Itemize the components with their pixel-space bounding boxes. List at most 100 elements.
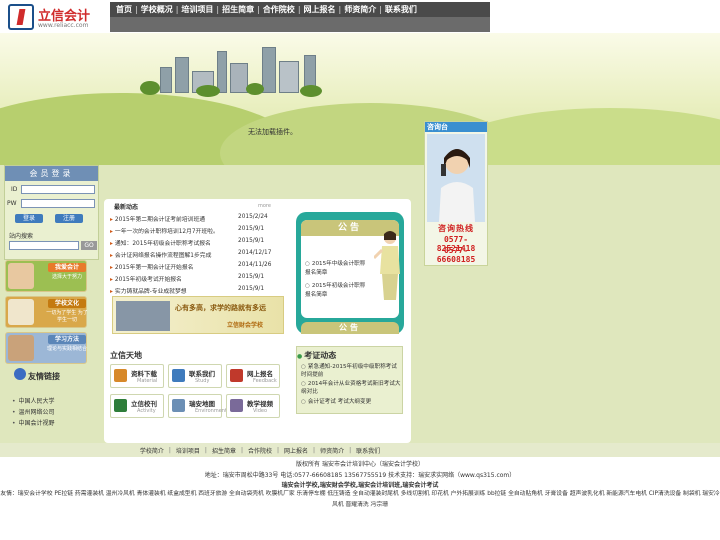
motto-banner[interactable]: 心有多高，求学的路就有多远 立信财会学校 bbox=[112, 296, 284, 334]
notice-item[interactable]: 2015年中级会计职称报名简章 bbox=[305, 260, 367, 278]
side-box-tag: 我爱会计 bbox=[48, 263, 86, 272]
footer-address: 地址：瑞安市周松中路33号 电话:0577-66608185 135677555… bbox=[204, 472, 516, 479]
search-label: 站内搜索 bbox=[9, 233, 34, 240]
footer-nav-item[interactable]: 联系我们 bbox=[356, 446, 380, 455]
notice-bottom-title: 公告 bbox=[301, 322, 399, 334]
side-box-culture[interactable]: 学校文化 一切为了学生 为了学生一切 bbox=[5, 296, 88, 328]
pw-label: PW bbox=[7, 200, 17, 207]
news-row[interactable]: 会计证网络报名操作流程图解1步完成 2014/12/17 bbox=[110, 250, 290, 260]
nav-row: 首页 | 学校概况 | 培训项目 | 招生简章 | 合作院校 | 网上报名 | 师资简介 | … bbox=[110, 2, 490, 17]
friend-link[interactable]: 中国会计视野 bbox=[12, 418, 55, 427]
nav-separator: | bbox=[216, 5, 220, 14]
login-button[interactable]: 登录 bbox=[15, 214, 43, 223]
tile-download[interactable]: 资料下载 Material bbox=[110, 364, 164, 388]
side-box-sub: 理论与实践相结合 bbox=[46, 346, 87, 352]
tile-sublabel: Video bbox=[253, 408, 268, 414]
footer-nav-separator: | bbox=[240, 446, 243, 454]
consult-phone: 0577-66608185 bbox=[436, 246, 476, 264]
tile-sublabel: Feedback bbox=[253, 378, 277, 384]
register-button[interactable]: 注册 bbox=[55, 214, 83, 223]
classroom-photo bbox=[116, 301, 170, 331]
nav-separator: | bbox=[338, 5, 342, 14]
exam-item[interactable]: 2014年会计从业资格考试新旧考试大纲对比 bbox=[301, 380, 401, 396]
site-logo[interactable]: 立信会计 www.reliacc.com bbox=[8, 4, 108, 30]
building-figure-icon bbox=[8, 335, 34, 361]
footer-friend-links[interactable]: 友情：瑞安会计学校 PE拉链 药需灌装机 温州冷风机 青体灌装机 纸盒成型机 西… bbox=[0, 489, 720, 511]
journal-icon bbox=[114, 399, 127, 412]
exam-item[interactable]: 紧急通知-2015年初级中级职称考试时间提前 bbox=[301, 363, 401, 379]
footer-nav-item[interactable]: 学校简介 bbox=[140, 446, 164, 455]
map-icon bbox=[172, 399, 185, 412]
news-row-date: 2014/11/26 bbox=[238, 262, 272, 268]
news-title: 最新动态 bbox=[114, 204, 139, 211]
tile-journal[interactable]: 立信校刊 Activity bbox=[110, 394, 164, 418]
id-label: ID bbox=[11, 186, 18, 193]
banner-building bbox=[279, 61, 299, 93]
banner-building bbox=[160, 67, 172, 93]
tile-video[interactable]: 教学视频 Video bbox=[226, 394, 280, 418]
tile-label: 网上报名 bbox=[247, 370, 273, 378]
student-figure-icon bbox=[8, 263, 34, 289]
news-row-title: 一年一次的会计职称培训12月7开班啦。 bbox=[110, 229, 219, 235]
nav-separator: | bbox=[297, 5, 301, 14]
consult-box: 咨询台 咨询热线 0577-82521418 0577-66608185 bbox=[424, 121, 488, 266]
footer-nav-item[interactable]: 师资简介 bbox=[320, 446, 344, 455]
news-row[interactable]: 2015年初级考试开始报名 2015/9/1 bbox=[110, 274, 290, 284]
banner-tree bbox=[140, 81, 160, 95]
video-icon bbox=[230, 399, 243, 412]
news-row-title: 2015年第二期会计证考前培训班通 bbox=[110, 217, 205, 223]
tile-sublabel: Study bbox=[195, 378, 210, 384]
nav-item-about[interactable]: 学校概况 bbox=[141, 4, 173, 15]
nav-under-strip bbox=[110, 17, 490, 32]
news-row[interactable]: 2015年第一期会计证开始报名 2014/11/26 bbox=[110, 262, 290, 272]
tile-contact[interactable]: 联系我们 Study bbox=[168, 364, 222, 388]
friend-link[interactable]: 温州网络公司 bbox=[12, 407, 55, 416]
exam-item[interactable]: 会计证考试 考试大纲变更 bbox=[301, 398, 401, 406]
side-box-method[interactable]: 学习方法 理论与实践相结合 bbox=[5, 332, 87, 364]
footer-nav-separator: | bbox=[277, 446, 280, 454]
banner-building bbox=[262, 47, 276, 93]
nav-item-admissions[interactable]: 招生简章 bbox=[222, 4, 254, 15]
friend-links-title: 友情链接 bbox=[28, 372, 60, 381]
login-box: 会员登录 ID PW 登录 注册 站内搜索 GO bbox=[4, 165, 99, 260]
exam-title: 考证动态 bbox=[297, 350, 336, 361]
news-row-date: 2015/9/1 bbox=[238, 226, 265, 232]
nav-item-home[interactable]: 首页 bbox=[116, 4, 132, 15]
news-row[interactable]: 实力铸就品牌-专业成就梦想 2015/9/1 bbox=[110, 286, 290, 296]
news-row[interactable]: 一年一次的会计职称培训12月7开班啦。 2015/9/1 bbox=[110, 226, 290, 236]
footer-nav-item[interactable]: 网上报名 bbox=[284, 446, 308, 455]
news-row[interactable]: 通知：2015年初级会计职称考试报名 2015/9/1 bbox=[110, 238, 290, 248]
nav-item-register[interactable]: 网上报名 bbox=[304, 4, 336, 15]
consultant-photo bbox=[427, 134, 485, 222]
nav-separator: | bbox=[257, 5, 260, 14]
footer-nav-separator: | bbox=[168, 446, 171, 454]
register-icon bbox=[230, 369, 243, 382]
footer-nav-item[interactable]: 合作院校 bbox=[248, 446, 272, 455]
news-row-date: 2014/12/17 bbox=[238, 250, 272, 256]
search-input[interactable] bbox=[9, 241, 79, 250]
footer-nav-item[interactable]: 培训项目 bbox=[176, 446, 200, 455]
tile-label: 联系我们 bbox=[189, 370, 215, 378]
news-more-link[interactable]: more bbox=[258, 203, 271, 209]
teacher-figure-icon bbox=[374, 231, 400, 300]
news-row[interactable]: 2015年第二期会计证考前培训班通 2015/2/24 bbox=[110, 214, 290, 224]
nav-item-training[interactable]: 培训项目 bbox=[181, 4, 213, 15]
footer-nav-item[interactable]: 招生简章 bbox=[212, 446, 236, 455]
news-row-date: 2015/9/1 bbox=[238, 238, 265, 244]
users-icon bbox=[14, 368, 26, 380]
notice-item[interactable]: 2015年初级会计职称报名简章 bbox=[305, 282, 367, 300]
nav-item-teachers[interactable]: 师资简介 bbox=[344, 4, 376, 15]
banner-tree bbox=[300, 85, 322, 97]
nav-item-partners[interactable]: 合作院校 bbox=[263, 4, 295, 15]
side-box-accounting[interactable]: 我爱会计 选择大于努力 bbox=[5, 260, 87, 292]
motto-text: 心有多高，求学的路就有多远 bbox=[175, 304, 266, 312]
friend-link[interactable]: 中国人民大学 bbox=[12, 396, 55, 405]
id-input[interactable] bbox=[21, 185, 95, 194]
tile-map[interactable]: 瑞安地图 Environment bbox=[168, 394, 227, 418]
tile-register[interactable]: 网上报名 Feedback bbox=[226, 364, 280, 388]
nav-item-contact[interactable]: 联系我们 bbox=[385, 4, 417, 15]
side-box-sub: 一切为了学生 为了学生一切 bbox=[46, 310, 88, 323]
password-input[interactable] bbox=[21, 199, 95, 208]
search-go-button[interactable]: GO bbox=[81, 241, 97, 250]
tile-label: 瑞安地图 bbox=[189, 400, 215, 408]
